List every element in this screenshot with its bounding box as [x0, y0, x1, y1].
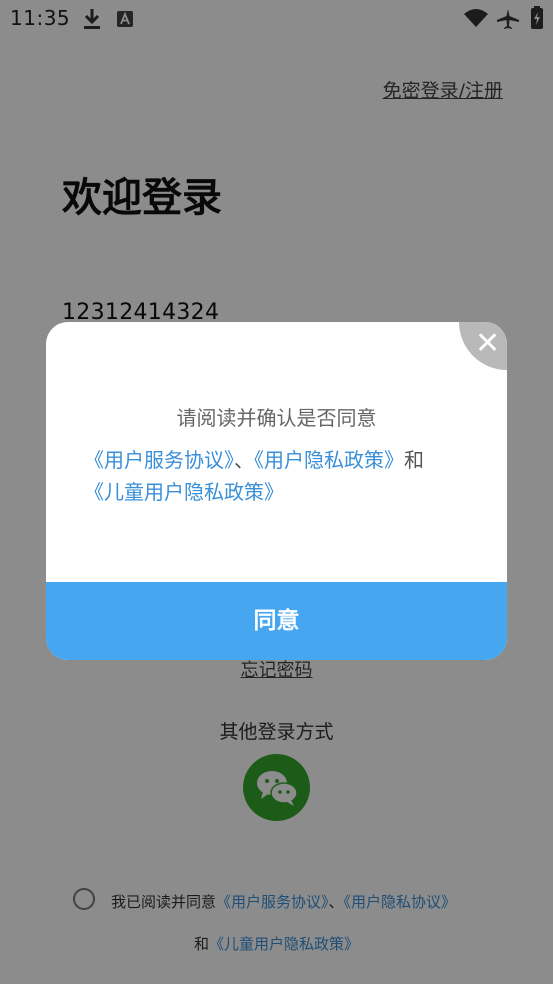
close-icon: ✕	[475, 326, 501, 361]
login-screen: 11:35 免密登录/注册 欢迎登录 12312414324 忘记密码 其他登录…	[0, 0, 553, 984]
dialog-privacy-link[interactable]: 《用户隐私政策》	[254, 448, 404, 472]
dialog-child-link[interactable]: 《儿童用户隐私政策》	[84, 480, 284, 504]
dialog-and: 和	[404, 448, 424, 472]
consent-dialog: ✕ 请阅读并确认是否同意 《用户服务协议》、《用户隐私政策》和《儿童用户隐私政策…	[46, 322, 507, 660]
dialog-separator: 、	[234, 448, 254, 472]
agree-button[interactable]: 同意	[46, 582, 507, 660]
dialog-heading: 请阅读并确认是否同意	[176, 406, 377, 430]
dialog-agreement-text: 《用户服务协议》、《用户隐私政策》和《儿童用户隐私政策》	[84, 444, 484, 508]
dialog-service-link[interactable]: 《用户服务协议》	[84, 448, 234, 472]
close-button[interactable]: ✕	[459, 322, 507, 370]
